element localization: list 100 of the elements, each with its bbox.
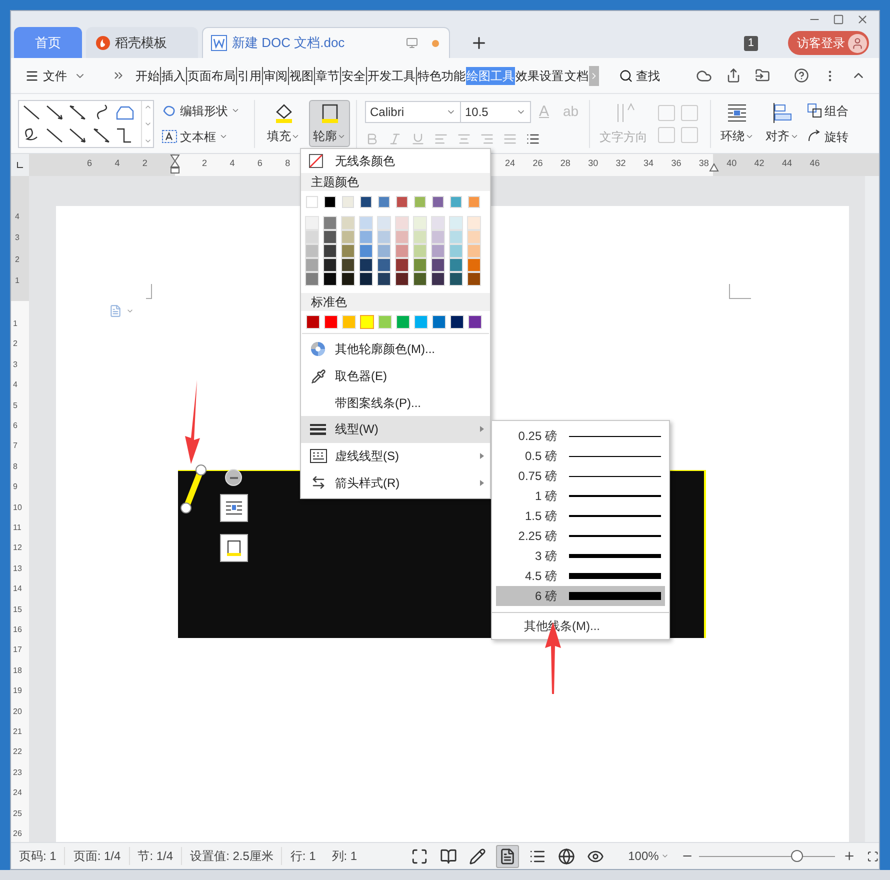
color-swatch[interactable] <box>396 259 408 271</box>
no-line-color-item[interactable]: 无线条颜色 <box>301 149 490 173</box>
color-swatch[interactable] <box>414 259 426 271</box>
paragraph-options-icon[interactable] <box>109 304 134 318</box>
color-swatch[interactable] <box>325 316 337 328</box>
cloud-icon[interactable] <box>696 68 712 84</box>
tray-icon[interactable] <box>755 68 770 83</box>
share-icon[interactable] <box>726 68 741 83</box>
menu-item[interactable]: 带图案线条(P)... <box>301 389 490 416</box>
line-weight-option[interactable]: 1.5 磅 <box>496 506 665 526</box>
menu-item[interactable]: 其他轮廓颜色(M)... <box>301 336 490 363</box>
layout-options-button[interactable] <box>220 494 248 522</box>
color-swatch[interactable] <box>378 259 390 271</box>
color-swatch[interactable] <box>396 245 408 257</box>
color-swatch[interactable] <box>342 273 354 285</box>
color-swatch[interactable] <box>378 245 390 257</box>
color-swatch[interactable] <box>468 259 480 271</box>
ribbon-tab[interactable]: 审阅 <box>262 66 288 84</box>
color-swatch[interactable] <box>306 273 318 285</box>
color-swatch[interactable] <box>324 245 336 257</box>
color-swatch[interactable] <box>361 316 373 328</box>
view-mode-button[interactable] <box>467 846 488 866</box>
color-swatch[interactable] <box>432 217 444 229</box>
font-name-field[interactable]: Calibri <box>365 101 461 124</box>
outline-style-button[interactable] <box>220 534 248 562</box>
wrap-button[interactable]: 环绕 <box>720 102 754 145</box>
color-swatch[interactable] <box>396 273 408 285</box>
tab-count-badge[interactable]: 1 <box>744 36 758 50</box>
fill-button[interactable]: 填充 <box>267 102 300 145</box>
menu-item[interactable]: 箭头样式(R) <box>301 469 490 496</box>
color-swatch[interactable] <box>306 196 318 208</box>
color-swatch[interactable] <box>450 245 462 257</box>
color-swatch[interactable] <box>432 273 444 285</box>
ribbon-tab[interactable]: 视图 <box>288 66 314 84</box>
color-swatch[interactable] <box>414 273 426 285</box>
login-button[interactable]: 访客登录 <box>788 31 869 55</box>
font-size-field[interactable]: 10.5 <box>461 101 531 124</box>
color-swatch[interactable] <box>450 273 462 285</box>
menu-item[interactable]: 取色器(E) <box>301 362 490 390</box>
menu-item[interactable]: 虚线线型(S) <box>301 442 490 470</box>
color-swatch[interactable] <box>324 259 336 271</box>
outline-button[interactable]: 轮廓 <box>309 100 350 147</box>
color-swatch[interactable] <box>468 245 480 257</box>
color-swatch[interactable] <box>306 245 318 257</box>
color-swatch[interactable] <box>468 196 480 208</box>
group-button[interactable]: 组合 <box>806 102 849 120</box>
color-swatch[interactable] <box>450 231 462 243</box>
close-button[interactable] <box>856 13 869 26</box>
color-swatch[interactable] <box>360 245 372 257</box>
menu-item[interactable]: 线型(W) <box>301 416 490 443</box>
color-swatch[interactable] <box>396 231 408 243</box>
color-swatch[interactable] <box>433 316 445 328</box>
color-swatch[interactable] <box>324 196 336 208</box>
line-weight-option[interactable]: 3 磅 <box>496 546 665 566</box>
text-box-button[interactable]: 文本框 <box>162 128 240 146</box>
ribbon-tab[interactable]: 开发工具 <box>366 66 416 84</box>
line-weight-option[interactable]: 1 磅 <box>496 486 665 506</box>
color-swatch[interactable] <box>342 231 354 243</box>
color-swatch[interactable] <box>378 231 390 243</box>
file-menu[interactable]: 文件 <box>25 66 86 84</box>
ribbon-tab[interactable]: 文档 <box>564 66 589 84</box>
more-tabs-icon[interactable] <box>112 69 125 82</box>
color-swatch[interactable] <box>469 316 481 328</box>
color-swatch[interactable] <box>378 196 390 208</box>
color-swatch[interactable] <box>451 316 463 328</box>
color-swatch[interactable] <box>396 217 408 229</box>
maximize-button[interactable] <box>833 14 844 25</box>
color-swatch[interactable] <box>414 231 426 243</box>
scroll-tabs-button[interactable] <box>589 66 599 86</box>
color-swatch[interactable] <box>397 316 409 328</box>
color-swatch[interactable] <box>450 217 462 229</box>
color-swatch[interactable] <box>342 217 354 229</box>
zoom-in-button[interactable] <box>842 849 856 863</box>
zoom-menu[interactable]: 100% <box>628 847 669 865</box>
document-tab[interactable]: 稻壳模板 <box>86 27 198 58</box>
rotate-button[interactable]: 旋转 <box>806 128 849 146</box>
view-mode-button[interactable] <box>496 844 520 868</box>
color-swatch[interactable] <box>360 196 372 208</box>
find-button[interactable]: 查找 <box>619 66 660 84</box>
ribbon-tab[interactable]: 章节 <box>314 66 340 84</box>
color-swatch[interactable] <box>396 196 408 208</box>
color-swatch[interactable] <box>360 217 372 229</box>
color-swatch[interactable] <box>450 196 462 208</box>
color-swatch[interactable] <box>414 245 426 257</box>
line-weight-option[interactable]: 0.5 磅 <box>496 446 665 466</box>
color-swatch[interactable] <box>342 196 354 208</box>
color-swatch[interactable] <box>468 273 480 285</box>
line-weight-option[interactable]: 0.75 磅 <box>496 466 665 486</box>
color-swatch[interactable] <box>360 231 372 243</box>
zoom-slider[interactable] <box>699 849 835 863</box>
view-mode-button[interactable] <box>556 846 578 866</box>
color-swatch[interactable] <box>378 217 390 229</box>
slider-thumb[interactable] <box>790 850 803 862</box>
color-swatch[interactable] <box>324 231 336 243</box>
color-swatch[interactable] <box>432 196 444 208</box>
color-swatch[interactable] <box>415 316 427 328</box>
color-swatch[interactable] <box>306 259 318 271</box>
line-weight-option[interactable]: 4.5 磅 <box>496 566 665 586</box>
ribbon-tab[interactable]: 页面布局 <box>186 66 236 84</box>
color-swatch[interactable] <box>468 217 480 229</box>
